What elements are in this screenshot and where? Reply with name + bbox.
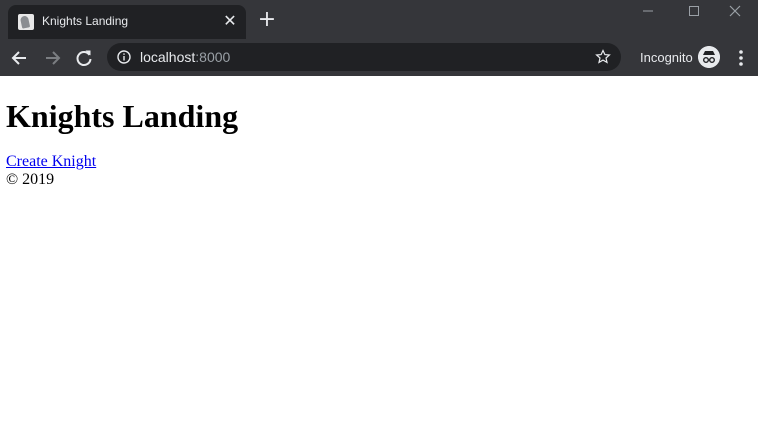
maximize-icon (689, 6, 699, 16)
knight-favicon-icon (18, 14, 34, 30)
tab-title: Knights Landing (42, 14, 129, 28)
address-bar[interactable]: localhost:8000 (107, 43, 621, 71)
tab-close-icon[interactable]: ✕ (220, 11, 240, 31)
incognito-icon[interactable] (698, 46, 720, 68)
url-text: localhost:8000 (140, 49, 230, 65)
star-icon[interactable] (595, 49, 611, 65)
browser-chrome: Knights Landing ✕ + localhost:8000 Incog… (0, 0, 758, 76)
page-content: Knights Landing Create Knight © 2019 (0, 98, 758, 189)
forward-button[interactable] (41, 47, 63, 69)
footer-copyright: © 2019 (6, 171, 55, 188)
reload-button[interactable] (73, 47, 95, 69)
close-window-button[interactable] (712, 0, 758, 24)
close-window-icon (729, 5, 741, 17)
maximize-button[interactable] (671, 0, 717, 24)
create-knight-link[interactable]: Create Knight (6, 153, 96, 171)
reload-icon (76, 50, 92, 66)
url-host: localhost (140, 49, 196, 65)
tab-strip: Knights Landing ✕ + (0, 0, 758, 39)
incognito-label: Incognito (640, 50, 693, 65)
back-arrow-icon (11, 51, 26, 65)
forward-arrow-icon (46, 51, 61, 65)
more-vert-icon[interactable] (735, 49, 747, 67)
back-button[interactable] (9, 47, 31, 69)
minimize-icon (643, 10, 653, 12)
page-title: Knights Landing (6, 98, 239, 134)
url-port: :8000 (195, 49, 231, 65)
info-icon[interactable] (117, 50, 131, 64)
tab-knights-landing[interactable]: Knights Landing ✕ (8, 5, 246, 39)
toolbar: localhost:8000 Incognito (0, 39, 758, 76)
minimize-button[interactable] (625, 0, 671, 24)
new-tab-button[interactable]: + (256, 9, 278, 31)
